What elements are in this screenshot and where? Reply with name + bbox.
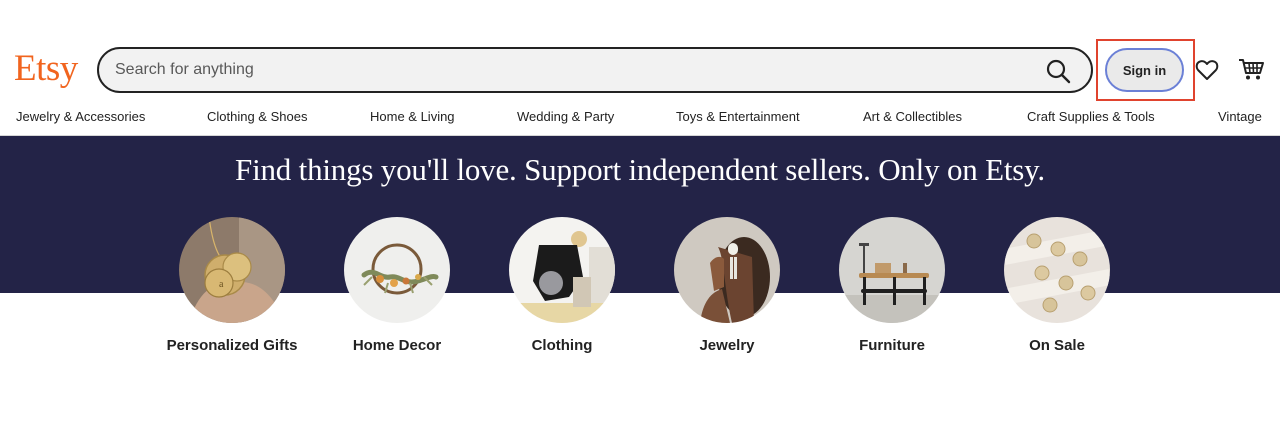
site-header: Etsy Sign in bbox=[0, 0, 1280, 104]
featured-label-furniture[interactable]: Furniture bbox=[822, 336, 962, 355]
etsy-logo[interactable]: Etsy bbox=[14, 47, 78, 91]
category-art-collectibles[interactable]: Art & Collectibles bbox=[863, 109, 962, 124]
heart-icon[interactable] bbox=[1194, 57, 1220, 83]
featured-label-home-decor[interactable]: Home Decor bbox=[327, 336, 467, 355]
home-decor-image[interactable] bbox=[344, 217, 450, 323]
hero-title: Find things you'll love. Support indepen… bbox=[235, 152, 1045, 187]
cart-icon[interactable] bbox=[1237, 55, 1265, 83]
search-bar bbox=[97, 47, 1093, 93]
sign-in-button[interactable]: Sign in bbox=[1105, 48, 1184, 92]
featured-label-jewelry[interactable]: Jewelry bbox=[657, 336, 797, 355]
on-sale-image[interactable] bbox=[1004, 217, 1110, 323]
category-home-living[interactable]: Home & Living bbox=[370, 109, 455, 124]
category-toys-entertainment[interactable]: Toys & Entertainment bbox=[676, 109, 800, 124]
personalized-gifts-image[interactable]: a bbox=[179, 217, 285, 323]
search-icon[interactable] bbox=[1045, 58, 1071, 84]
category-nav: Jewelry & Accessories Clothing & Shoes H… bbox=[0, 104, 1280, 136]
category-vintage[interactable]: Vintage bbox=[1218, 109, 1262, 124]
category-clothing-shoes[interactable]: Clothing & Shoes bbox=[207, 109, 307, 124]
search-input[interactable] bbox=[115, 49, 1015, 91]
category-jewelry-accessories[interactable]: Jewelry & Accessories bbox=[16, 109, 145, 124]
category-craft-supplies-tools[interactable]: Craft Supplies & Tools bbox=[1027, 109, 1155, 124]
furniture-image[interactable] bbox=[839, 217, 945, 323]
svg-text:a: a bbox=[219, 279, 224, 290]
featured-label-personalized-gifts[interactable]: Personalized Gifts bbox=[162, 336, 302, 355]
clothing-image[interactable] bbox=[509, 217, 615, 323]
category-wedding-party[interactable]: Wedding & Party bbox=[517, 109, 614, 124]
featured-label-on-sale[interactable]: On Sale bbox=[987, 336, 1127, 355]
jewelry-image[interactable] bbox=[674, 217, 780, 323]
featured-label-clothing[interactable]: Clothing bbox=[492, 336, 632, 355]
